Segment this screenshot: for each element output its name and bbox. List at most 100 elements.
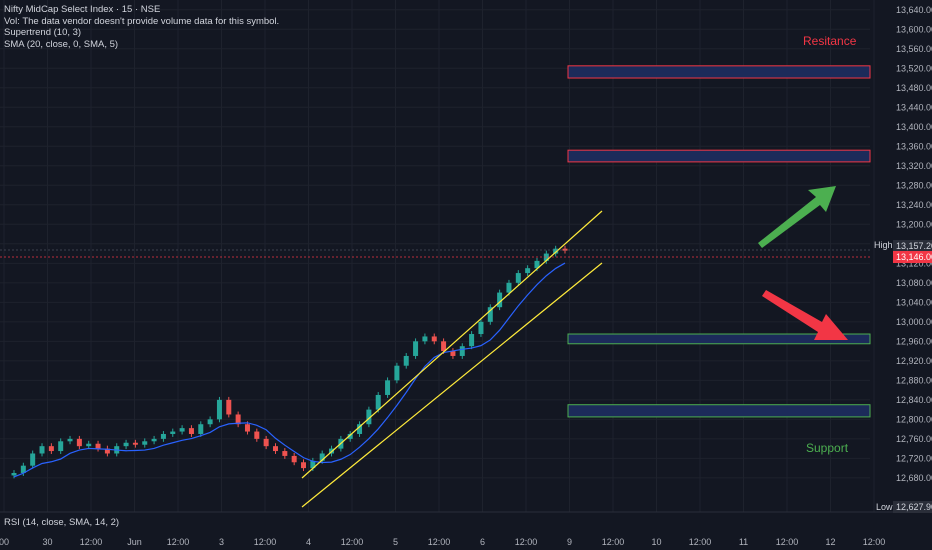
candle-body bbox=[385, 380, 391, 395]
x-tick-label: 00 bbox=[0, 537, 9, 547]
x-tick-label: 6 bbox=[480, 537, 485, 547]
candle-body bbox=[301, 462, 307, 469]
y-tick-label: 13,200.00 bbox=[896, 219, 932, 229]
candle-body bbox=[86, 443, 92, 447]
x-tick-label: 12:00 bbox=[515, 537, 538, 547]
y-tick-label: 13,360.00 bbox=[896, 141, 932, 151]
candle-body bbox=[216, 399, 222, 420]
x-tick-label: 12:00 bbox=[863, 537, 886, 547]
candle-body bbox=[170, 431, 176, 434]
candle-body bbox=[132, 442, 138, 445]
y-tick-label: 13,520.00 bbox=[896, 63, 932, 73]
x-tick-label: 30 bbox=[42, 537, 52, 547]
symbol-title[interactable]: Nifty MidCap Select Index · 15 · NSE bbox=[4, 4, 279, 16]
y-tick-label: 13,560.00 bbox=[896, 44, 932, 54]
x-tick-label: 12:00 bbox=[428, 537, 451, 547]
chart-legend: Nifty MidCap Select Index · 15 · NSE Vol… bbox=[4, 4, 279, 50]
y-tick-label: 12,680.00 bbox=[896, 473, 932, 483]
candle-body bbox=[394, 365, 400, 381]
y-tick-label: 13,400.00 bbox=[896, 122, 932, 132]
low-label: Low bbox=[876, 502, 893, 512]
y-tick-label: 13,480.00 bbox=[896, 83, 932, 93]
y-tick-label: 13,000.00 bbox=[896, 317, 932, 327]
candle-body bbox=[207, 419, 213, 425]
price-chart[interactable]: 12,680.00 12,720.00 12,760.00 12,800.00 12,8… bbox=[0, 0, 932, 550]
candle-body bbox=[254, 431, 260, 439]
support-label: Support bbox=[806, 441, 849, 455]
candle-body bbox=[58, 441, 64, 452]
candle-body bbox=[291, 455, 297, 463]
x-tick-label: 12:00 bbox=[254, 537, 277, 547]
candle-body bbox=[431, 336, 437, 342]
candle-body bbox=[226, 399, 232, 415]
y-tick-label: 12,760.00 bbox=[896, 434, 932, 444]
x-tick-label: 12:00 bbox=[80, 537, 103, 547]
y-tick-label: 13,080.00 bbox=[896, 278, 932, 288]
x-tick-label: 12:00 bbox=[341, 537, 364, 547]
y-tick-label: 13,440.00 bbox=[896, 102, 932, 112]
y-tick-label: 12,840.00 bbox=[896, 395, 932, 405]
resistance-zone bbox=[567, 149, 871, 163]
resistance-zone bbox=[567, 65, 871, 79]
x-tick-label: 4 bbox=[306, 537, 311, 547]
y-tick-label: 12,800.00 bbox=[896, 414, 932, 424]
candle-body bbox=[263, 438, 269, 447]
candle-body bbox=[244, 424, 250, 432]
y-tick-label: 13,280.00 bbox=[896, 180, 932, 190]
candle-body bbox=[123, 442, 129, 447]
candle-body bbox=[375, 394, 381, 410]
x-tick-label: Jun bbox=[127, 537, 142, 547]
x-tick-label: 10 bbox=[651, 537, 661, 547]
candle-body bbox=[160, 433, 166, 439]
rsi-indicator[interactable]: RSI (14, close, SMA, 14, 2) bbox=[4, 517, 119, 528]
candle-body bbox=[403, 355, 409, 366]
candle-body bbox=[525, 268, 531, 274]
supertrend-indicator[interactable]: Supertrend (10, 3) bbox=[4, 27, 279, 39]
candle-body bbox=[515, 273, 521, 283]
current-price-value: 13,146.00 bbox=[896, 252, 932, 262]
x-tick-label: 12 bbox=[825, 537, 835, 547]
sma-indicator[interactable]: SMA (20, close, 0, SMA, 5) bbox=[4, 39, 279, 51]
x-tick-label: 9 bbox=[567, 537, 572, 547]
y-tick-label: 12,920.00 bbox=[896, 356, 932, 366]
x-tick-label: 12:00 bbox=[776, 537, 799, 547]
candle-body bbox=[422, 336, 428, 342]
candle-body bbox=[67, 438, 73, 442]
y-tick-label: 13,240.00 bbox=[896, 200, 932, 210]
y-tick-label: 13,600.00 bbox=[896, 24, 932, 34]
y-tick-label: 12,960.00 bbox=[896, 336, 932, 346]
x-tick-label: 11 bbox=[739, 537, 748, 547]
candle-body bbox=[11, 472, 17, 476]
high-label: High bbox=[874, 240, 893, 250]
y-tick-label: 13,320.00 bbox=[896, 161, 932, 171]
candle-body bbox=[282, 451, 288, 456]
y-tick-label: 13,640.00 bbox=[896, 5, 932, 15]
candle-body bbox=[95, 443, 101, 449]
support-zone bbox=[567, 404, 871, 418]
y-tick-label: 12,720.00 bbox=[896, 453, 932, 463]
chart-background bbox=[0, 0, 932, 550]
candle-body bbox=[562, 248, 568, 251]
candle-body bbox=[142, 441, 148, 445]
candle-body bbox=[48, 446, 54, 452]
candle-body bbox=[469, 334, 475, 347]
candle-body bbox=[188, 428, 194, 434]
x-tick-label: 12:00 bbox=[167, 537, 190, 547]
y-tick-label: 12,880.00 bbox=[896, 375, 932, 385]
candle-body bbox=[506, 282, 512, 293]
y-tick-label: 13,040.00 bbox=[896, 297, 932, 307]
candle-body bbox=[76, 438, 82, 447]
candle-body bbox=[39, 446, 45, 454]
x-tick-label: 5 bbox=[393, 537, 398, 547]
volume-note: Vol: The data vendor doesn't provide vol… bbox=[4, 15, 280, 27]
x-tick-label: 12:00 bbox=[602, 537, 625, 547]
candle-body bbox=[413, 341, 419, 356]
resistance-label: Resitance bbox=[803, 34, 857, 48]
candle-body bbox=[459, 346, 465, 356]
candle-body bbox=[179, 428, 185, 432]
x-tick-label: 12:00 bbox=[689, 537, 712, 547]
candle-body bbox=[272, 446, 278, 452]
candle-body bbox=[478, 321, 484, 335]
high-value: 13,157.20 bbox=[896, 241, 932, 251]
candle-body bbox=[30, 453, 36, 466]
